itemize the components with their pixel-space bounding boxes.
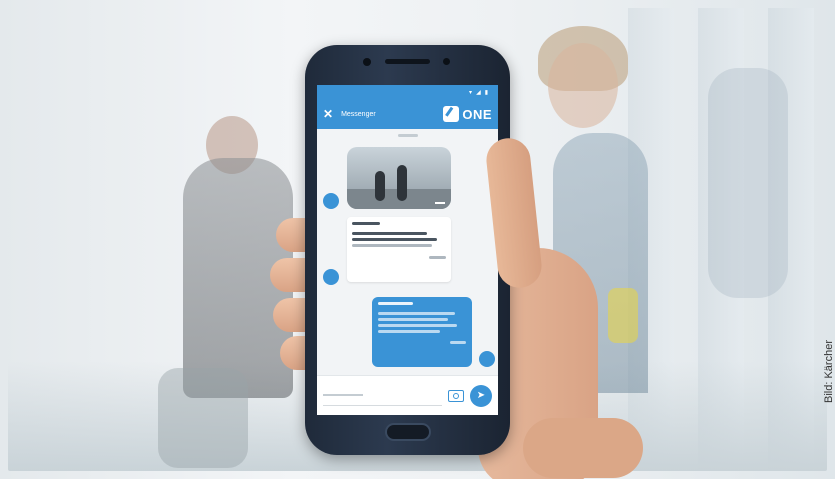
photo-scene: ▾ ◢ ▮ ✕ Messenger ONE ➤ Bild: Kärcher — [0, 0, 835, 479]
message-input[interactable] — [323, 385, 442, 406]
smartphone: ▾ ◢ ▮ ✕ Messenger ONE ➤ — [305, 45, 510, 455]
camera-icon[interactable] — [448, 389, 464, 402]
message-line — [352, 244, 432, 247]
wifi-icon: ▾ — [469, 89, 473, 96]
message-line — [378, 312, 456, 315]
message-line — [378, 330, 440, 333]
status-bar: ▾ ◢ ▮ — [317, 85, 498, 99]
message-composer: ➤ — [317, 375, 498, 415]
outgoing-message[interactable] — [372, 297, 472, 367]
signal-icon: ◢ — [476, 89, 481, 96]
sender-name — [378, 302, 414, 305]
avatar — [323, 269, 339, 285]
wrist — [523, 418, 643, 478]
close-icon[interactable]: ✕ — [323, 108, 333, 120]
app-title: Messenger — [341, 110, 376, 118]
earpiece-speaker — [385, 59, 430, 64]
message-time — [435, 200, 445, 205]
logo-text: ONE — [462, 106, 492, 122]
message-line — [378, 324, 458, 327]
sender-name — [352, 222, 381, 225]
avatar — [323, 193, 339, 209]
send-icon[interactable]: ➤ — [470, 384, 492, 407]
avatar — [479, 351, 495, 367]
photo-credit: Bild: Kärcher — [823, 340, 835, 403]
image-person — [397, 165, 407, 201]
app-header: ✕ Messenger ONE — [317, 99, 498, 129]
message-line — [352, 238, 437, 241]
one-logo: ONE — [443, 106, 492, 122]
incoming-message[interactable] — [347, 217, 451, 282]
chat-thread[interactable] — [317, 129, 498, 375]
home-button[interactable] — [385, 423, 431, 441]
message-time — [450, 341, 466, 344]
message-time — [429, 256, 446, 259]
date-separator — [317, 133, 498, 139]
cleaner-woman-reflection — [708, 68, 788, 298]
sensor — [443, 58, 450, 65]
message-line — [378, 318, 449, 321]
message-line — [352, 232, 428, 235]
image-person — [375, 171, 385, 201]
logo-mark-icon — [443, 106, 460, 122]
image-message[interactable] — [347, 147, 451, 209]
phone-screen: ▾ ◢ ▮ ✕ Messenger ONE ➤ — [317, 85, 498, 415]
battery-icon: ▮ — [484, 89, 488, 96]
cleaning-machine — [158, 368, 248, 468]
front-camera — [363, 58, 371, 66]
cleaner-woman-head — [548, 43, 618, 128]
